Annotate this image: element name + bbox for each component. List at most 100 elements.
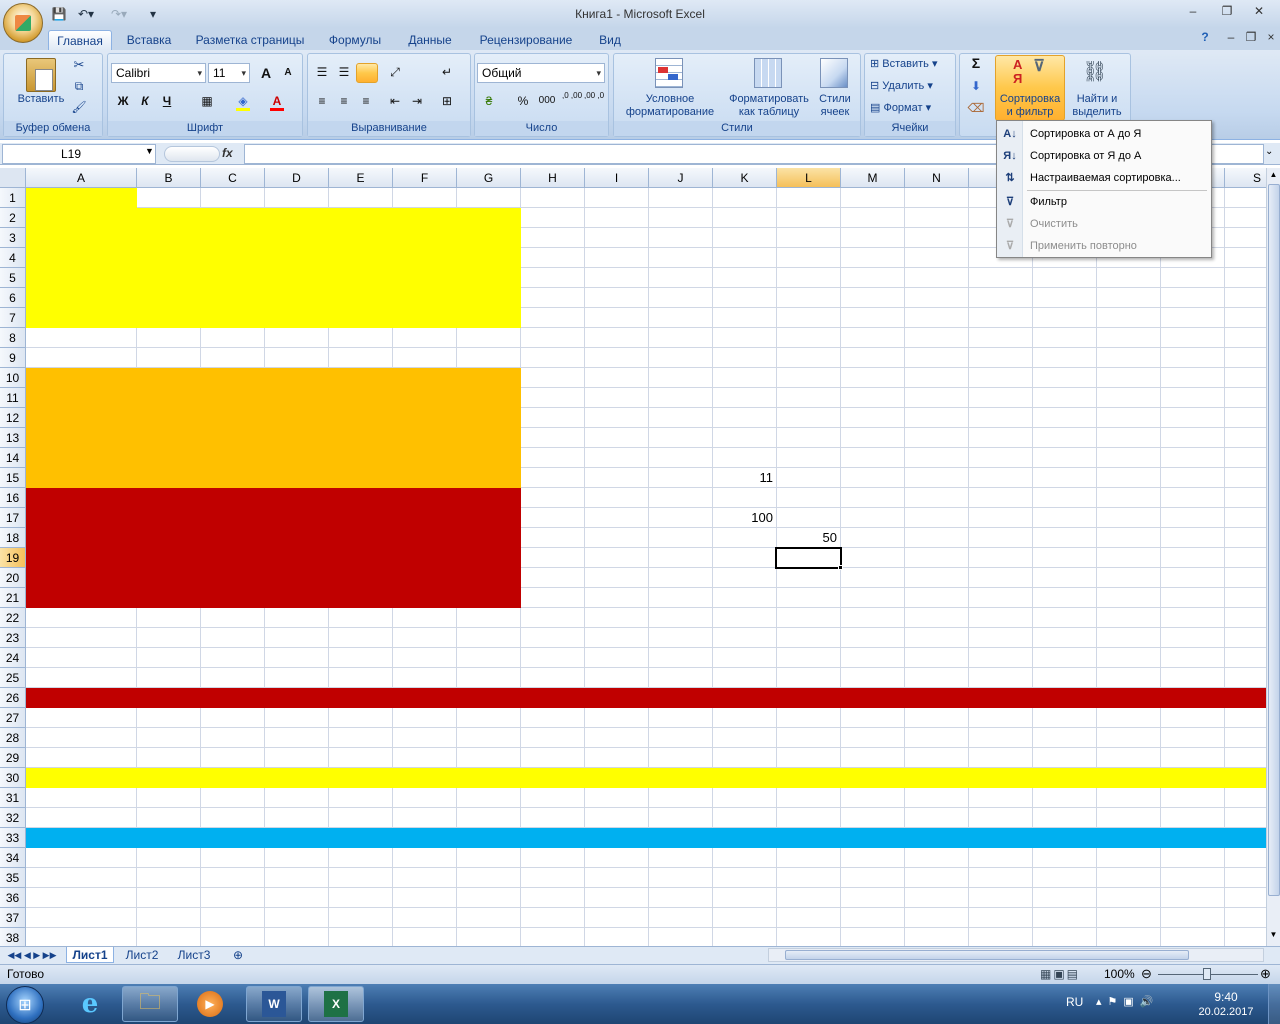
row-header-22[interactable]: 22	[0, 608, 26, 628]
percent-button[interactable]: %	[512, 91, 534, 111]
merge-center-icon[interactable]: ⊞	[436, 91, 458, 111]
tab-data[interactable]: Данные	[400, 30, 460, 50]
spreadsheet-grid[interactable]: ABCDEFGHIJKLMNOPQRS 12345678910111213141…	[0, 168, 1266, 946]
delete-cells-button[interactable]: ⊟ Удалить ▾	[870, 80, 954, 93]
column-header-l[interactable]: L	[777, 168, 841, 188]
column-header-e[interactable]: E	[329, 168, 393, 188]
fill-handle[interactable]	[838, 565, 843, 570]
column-header-c[interactable]: C	[201, 168, 265, 188]
expand-formula-icon[interactable]: ⌄	[1265, 146, 1273, 157]
zoom-level[interactable]: 100%	[1104, 967, 1135, 981]
row-header-16[interactable]: 16	[0, 488, 26, 508]
horizontal-scroll-thumb[interactable]	[785, 950, 1189, 960]
decrease-indent-icon[interactable]: ⇤	[384, 91, 406, 111]
underline-button[interactable]: Ч	[156, 91, 178, 111]
insert-sheet-icon[interactable]: ⊕	[226, 947, 250, 963]
tab-review[interactable]: Рецензирование	[472, 30, 580, 50]
number-format-select[interactable]: Общий	[477, 63, 605, 83]
orientation-icon[interactable]: ⤢	[384, 62, 406, 82]
clock-time[interactable]: 9:40	[1196, 990, 1256, 1004]
autosum-button[interactable]: Σ	[964, 56, 988, 70]
conditional-formatting-button[interactable]: Условное форматирование	[615, 93, 725, 119]
row-header-25[interactable]: 25	[0, 668, 26, 688]
scroll-up-icon[interactable]: ▲	[1268, 170, 1279, 182]
italic-button[interactable]: К	[134, 91, 156, 111]
row-header-12[interactable]: 12	[0, 408, 26, 428]
row-header-5[interactable]: 5	[0, 268, 26, 288]
cell-styles-icon[interactable]	[820, 58, 848, 88]
sheet-tab-1[interactable]: Лист1	[66, 947, 114, 963]
taskbar-explorer-icon[interactable]: 🗀	[122, 986, 178, 1022]
clear-icon[interactable]: ⌫	[964, 102, 988, 115]
format-painter-icon[interactable]: 🖌	[70, 101, 88, 114]
row-header-13[interactable]: 13	[0, 428, 26, 448]
formula-bar-handle[interactable]	[164, 146, 220, 162]
tab-insert[interactable]: Вставка	[120, 30, 178, 50]
binoculars-icon[interactable]: ⛓	[1081, 60, 1109, 84]
menu-item-sort-desc[interactable]: Я↓ Сортировка от Я до А	[997, 145, 1211, 167]
tab-page-layout[interactable]: Разметка страницы	[190, 30, 310, 50]
grow-font-button[interactable]: A	[255, 63, 277, 83]
row-header-36[interactable]: 36	[0, 888, 26, 908]
view-buttons-icon[interactable]: ▦▣▤	[1040, 967, 1080, 981]
scroll-down-icon[interactable]: ▼	[1268, 930, 1279, 942]
cell-l18[interactable]: 50	[776, 528, 840, 548]
increase-decimal-button[interactable]: ,0 ,00	[562, 91, 582, 111]
column-header-m[interactable]: M	[841, 168, 905, 188]
borders-icon[interactable]: ▦	[196, 91, 218, 111]
row-header-34[interactable]: 34	[0, 848, 26, 868]
align-middle-icon[interactable]: ☰	[333, 62, 355, 82]
row-header-11[interactable]: 11	[0, 388, 26, 408]
column-header-g[interactable]: G	[457, 168, 521, 188]
currency-icon[interactable]: ₴	[478, 91, 500, 111]
format-as-table-button[interactable]: Форматировать как таблицу	[725, 93, 813, 119]
row-header-27[interactable]: 27	[0, 708, 26, 728]
minimize-button[interactable]: ‒	[1180, 4, 1206, 20]
align-right-icon[interactable]: ≡	[355, 91, 377, 111]
menu-item-filter[interactable]: ⊽ Фильтр	[997, 191, 1211, 213]
row-header-38[interactable]: 38	[0, 928, 26, 946]
row-header-23[interactable]: 23	[0, 628, 26, 648]
column-header-s[interactable]: S	[1225, 168, 1266, 188]
row-header-21[interactable]: 21	[0, 588, 26, 608]
paste-icon[interactable]	[26, 58, 56, 92]
row-header-3[interactable]: 3	[0, 228, 26, 248]
row-header-15[interactable]: 15	[0, 468, 26, 488]
row-header-10[interactable]: 10	[0, 368, 26, 388]
inner-close-button[interactable]: ×	[1258, 30, 1280, 46]
insert-function-button[interactable]: fx	[222, 146, 233, 160]
row-header-17[interactable]: 17	[0, 508, 26, 528]
help-icon[interactable]: ?	[1192, 30, 1218, 46]
tab-view[interactable]: Вид	[592, 30, 628, 50]
row-header-20[interactable]: 20	[0, 568, 26, 588]
format-cells-button[interactable]: ▤ Формат ▾	[870, 102, 954, 115]
align-bottom-icon[interactable]	[356, 63, 378, 83]
vertical-scrollbar[interactable]: ▲ ▼	[1266, 168, 1280, 946]
row-header-31[interactable]: 31	[0, 788, 26, 808]
column-header-b[interactable]: B	[137, 168, 201, 188]
tab-home[interactable]: Главная	[48, 30, 112, 50]
menu-item-sort-asc[interactable]: А↓ Сортировка от А до Я	[997, 123, 1211, 145]
column-header-n[interactable]: N	[905, 168, 969, 188]
row-header-1[interactable]: 1	[0, 188, 26, 208]
clock-date[interactable]: 20.02.2017	[1196, 1006, 1256, 1018]
row-header-24[interactable]: 24	[0, 648, 26, 668]
thousands-button[interactable]: 000	[534, 91, 560, 111]
font-name-select[interactable]: Calibri	[111, 63, 206, 83]
taskbar-excel-icon[interactable]: X	[308, 986, 364, 1022]
close-button[interactable]: ✕	[1246, 4, 1272, 20]
name-box[interactable]: L19	[2, 144, 156, 164]
vertical-scroll-thumb[interactable]	[1268, 184, 1280, 896]
column-header-a[interactable]: A	[26, 168, 137, 188]
cell-k15[interactable]: 11	[712, 468, 776, 488]
row-header-37[interactable]: 37	[0, 908, 26, 928]
zoom-out-button[interactable]: ⊖	[1141, 966, 1152, 982]
align-top-icon[interactable]: ☰	[311, 62, 333, 82]
cell-styles-button[interactable]: Стили ячеек	[812, 93, 858, 119]
find-select-button[interactable]: Найти и выделить	[1066, 93, 1128, 119]
insert-cells-button[interactable]: ⊞ Вставить ▾	[870, 58, 954, 71]
align-left-icon[interactable]: ≡	[311, 91, 333, 111]
column-header-j[interactable]: J	[649, 168, 713, 188]
row-header-30[interactable]: 30	[0, 768, 26, 788]
start-button[interactable]: ⊞	[6, 986, 44, 1024]
